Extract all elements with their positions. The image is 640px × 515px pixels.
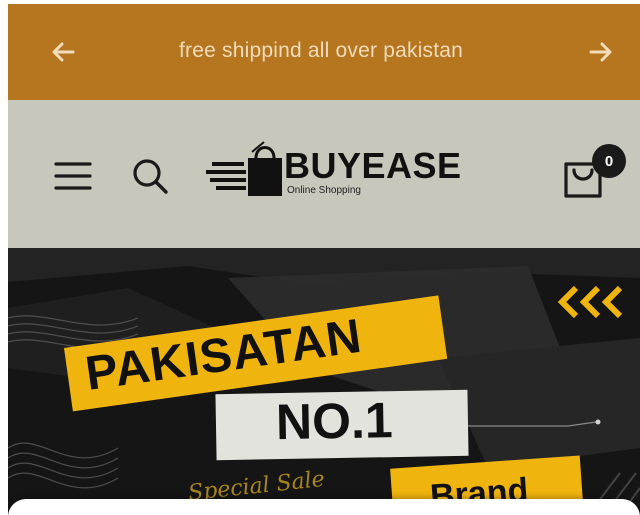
hamburger-menu-icon[interactable]	[52, 156, 94, 196]
hero-banner[interactable]: PAKISATAN NO.1 Brand Special Sale	[8, 248, 640, 515]
search-icon[interactable]	[128, 154, 172, 198]
page: free shippind all over pakistan BUYEASE …	[8, 4, 640, 515]
triple-chevron-left-icon	[557, 285, 623, 319]
arrow-left-icon[interactable]	[45, 34, 81, 70]
logo-text: BUYEASE	[284, 145, 462, 186]
cart-count-badge: 0	[592, 144, 626, 178]
hero-line2: NO.1	[275, 392, 394, 451]
announcement-bar: free shippind all over pakistan	[8, 4, 640, 100]
announcement-text: free shippind all over pakistan	[178, 39, 464, 62]
hero-subline-tape: NO.1	[215, 389, 469, 461]
logo-tagline: Online Shopping	[287, 185, 361, 196]
site-logo[interactable]: BUYEASE Online Shopping	[206, 138, 461, 202]
logo-bag-icon	[206, 141, 282, 196]
arrow-right-icon[interactable]	[583, 34, 619, 70]
bottom-sheet	[8, 499, 640, 515]
site-header: BUYEASE Online Shopping 0	[8, 100, 640, 248]
